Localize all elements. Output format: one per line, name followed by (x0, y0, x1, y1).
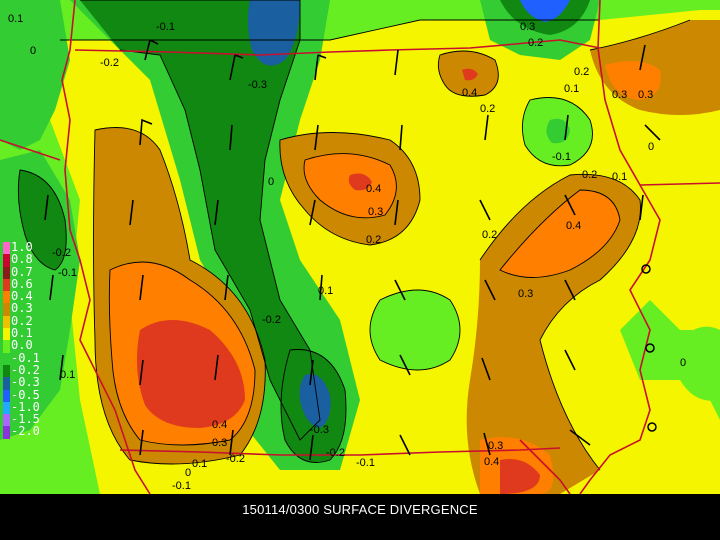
contour-label: 0.3 (520, 21, 535, 33)
legend-swatch (3, 242, 10, 255)
legend-swatch (3, 340, 10, 353)
field-green-center (370, 290, 460, 370)
legend-swatch (3, 254, 10, 267)
contour-label: -0.1 (552, 151, 571, 163)
legend-swatch (3, 389, 10, 402)
contour-label: 0.4 (462, 87, 477, 99)
contour-label: 0.1 (564, 83, 579, 95)
contour-label: 0.4 (366, 183, 381, 195)
contour-label: 0 (30, 45, 36, 57)
contour-label: 0.4 (566, 220, 581, 232)
contour-label: 0.2 (528, 37, 543, 49)
map-caption: 150114/0300 SURFACE DIVERGENCE (242, 502, 478, 517)
contour-label: 0 (268, 176, 274, 188)
contour-label: 0.4 (484, 456, 499, 468)
contour-label: -0.2 (52, 247, 71, 259)
legend-swatch (3, 352, 10, 365)
legend-swatch (3, 303, 10, 316)
legend-swatch (3, 426, 10, 439)
contour-label: -0.2 (100, 57, 119, 69)
contour-label: 0 (185, 467, 191, 479)
contour-label: 0.2 (482, 229, 497, 241)
contour-label: 0.1 (8, 13, 23, 25)
legend-label: -2.0 (11, 424, 40, 439)
legend-swatch (3, 291, 10, 304)
contour-label: 0.3 (368, 206, 383, 218)
contour-label: 0.3 (612, 89, 627, 101)
contour-label: -0.3 (310, 424, 329, 436)
contour-label: -0.1 (356, 457, 375, 469)
divergence-map: 0.1 0 -0.1 -0.2 -0.3 0.2 0.3 0.4 0.3 0.2… (0, 0, 720, 494)
contour-label: 0.2 (574, 66, 589, 78)
contour-label: -0.2 (226, 453, 245, 465)
contour-label: 0.4 (212, 419, 227, 431)
legend-swatch (3, 266, 10, 279)
contour-label: -0.1 (156, 21, 175, 33)
contour-label: 0.1 (318, 285, 333, 297)
contour-label: 0 (680, 357, 686, 369)
caption-bar: 150114/0300 SURFACE DIVERGENCE (0, 494, 720, 540)
contour-label: -0.2 (262, 314, 281, 326)
contour-label: 0.1 (192, 458, 207, 470)
legend-swatch (3, 315, 10, 329)
contour-label: 0.1 (60, 369, 75, 381)
contour-label: 0 (648, 141, 654, 153)
legend-swatch (3, 377, 10, 390)
contour-label: 0.2 (366, 234, 381, 246)
contour-label: 0.3 (488, 440, 503, 452)
legend-swatch (3, 401, 10, 415)
contour-label: -0.1 (58, 267, 77, 279)
contour-label: -0.2 (326, 447, 345, 459)
legend-entry: -2.0 (0, 424, 50, 439)
contour-label: -0.1 (172, 480, 191, 492)
contour-label: 0.3 (212, 437, 227, 449)
contour-label: 0.3 (638, 89, 653, 101)
weather-map-window: 0.1 0 -0.1 -0.2 -0.3 0.2 0.3 0.4 0.3 0.2… (0, 0, 720, 540)
legend-swatch (3, 278, 10, 292)
contour-label: 0.2 (480, 103, 495, 115)
contour-label: 0.1 (612, 171, 627, 183)
legend-swatch (3, 414, 10, 427)
contour-label: 0.3 (518, 288, 533, 300)
contour-label: -0.3 (248, 79, 267, 91)
legend-swatch (3, 328, 10, 341)
color-legend: 1.0 0.8 0.7 0.6 0.4 0.3 0.2 0.1 0.0 -0.1 -0.2 -0.3-… (0, 240, 50, 439)
contour-label: 0.2 (582, 169, 597, 181)
legend-swatch (3, 364, 10, 378)
